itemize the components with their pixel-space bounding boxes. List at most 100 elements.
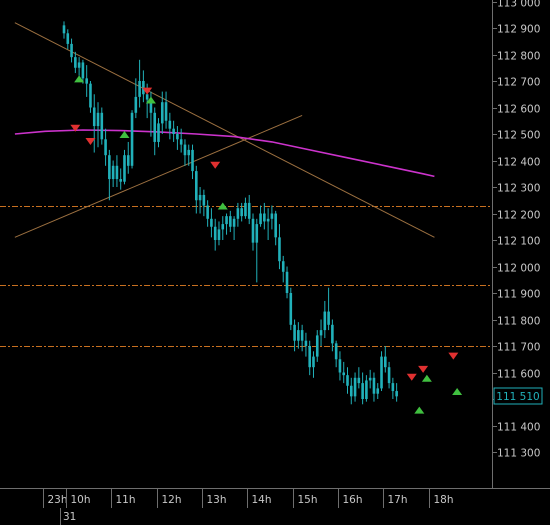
candle-body xyxy=(244,202,247,217)
candle-body xyxy=(176,134,179,140)
candle-body xyxy=(342,372,346,376)
candle-body xyxy=(157,123,160,142)
candle-body xyxy=(172,128,175,134)
date-label: 31 xyxy=(63,511,76,523)
time-tick-label: 18h xyxy=(434,494,454,506)
candle-body xyxy=(92,107,96,127)
candle-body xyxy=(81,62,85,79)
candle-body xyxy=(285,271,289,293)
candle-body xyxy=(115,165,119,180)
candle-body xyxy=(384,356,387,368)
candle-body xyxy=(160,102,164,124)
candle-body xyxy=(206,205,209,219)
price-tick-label: 113 000 xyxy=(497,0,540,10)
candle-body xyxy=(164,102,168,121)
candle-body xyxy=(191,149,194,172)
price-tick-label: 112 000 xyxy=(497,263,540,275)
time-tick-label: 12h xyxy=(162,494,182,506)
candle-body xyxy=(315,335,319,357)
candle xyxy=(100,107,104,145)
candle-body xyxy=(387,367,391,384)
candle-body xyxy=(255,224,259,243)
candle-body xyxy=(198,194,202,201)
candle-body xyxy=(217,229,221,240)
candle-body xyxy=(357,377,361,384)
candle-body xyxy=(77,62,81,68)
price-tick-label: 111 300 xyxy=(497,448,540,460)
price-tick-label: 112 200 xyxy=(497,210,540,222)
candle-body xyxy=(134,96,138,113)
candle-body xyxy=(251,218,255,243)
candle-body xyxy=(346,375,349,386)
candle-body xyxy=(74,57,77,68)
candle-body xyxy=(119,179,122,182)
candle-body xyxy=(308,346,311,368)
time-tick-label: 23h xyxy=(48,494,68,506)
price-tick-label: 112 100 xyxy=(497,236,540,248)
candle-body xyxy=(145,94,149,100)
candle-body xyxy=(297,330,300,341)
time-tick-label: 13h xyxy=(207,494,227,506)
time-tick-label: 16h xyxy=(343,494,363,506)
candle-body xyxy=(372,377,376,394)
candle-body xyxy=(130,112,134,166)
candle-body xyxy=(349,385,353,397)
price-tick-label: 112 300 xyxy=(497,183,540,195)
candle-body xyxy=(376,388,380,394)
candle-body xyxy=(281,261,285,272)
candle-body xyxy=(293,324,296,341)
candle-body xyxy=(240,208,243,217)
price-tick-label: 111 600 xyxy=(497,369,540,381)
candle-body xyxy=(62,25,66,34)
price-tick-label: 112 600 xyxy=(497,104,540,116)
candle-body xyxy=(229,216,232,227)
candle-body xyxy=(168,120,172,129)
price-tick-label: 112 500 xyxy=(497,130,540,142)
candle-body xyxy=(123,155,126,182)
time-tick-label: 17h xyxy=(388,494,408,506)
price-tick-label: 112 900 xyxy=(497,24,540,36)
candle xyxy=(130,110,134,169)
candle-body xyxy=(183,144,187,156)
candle-body xyxy=(380,356,383,389)
candle-body xyxy=(195,171,198,201)
time-tick-label: 10h xyxy=(71,494,91,506)
candle-body xyxy=(66,33,70,44)
price-tick-label: 111 800 xyxy=(497,316,540,328)
candle-body xyxy=(327,311,330,325)
candle-body xyxy=(274,213,277,238)
price-chart[interactable]: 113 000 112 900 112 800 112 700 112 600 112 5… xyxy=(0,0,550,525)
candle-body xyxy=(100,112,104,140)
candle-body xyxy=(365,380,368,399)
price-tick-label: 112 700 xyxy=(497,77,540,89)
candle-body xyxy=(104,139,107,156)
date-label-box: 31 xyxy=(60,508,76,525)
candle-body xyxy=(368,377,372,381)
candle-body xyxy=(319,330,323,336)
candle-body xyxy=(96,112,100,127)
candle-body xyxy=(312,356,315,368)
candle-body xyxy=(213,226,217,240)
candle-body xyxy=(85,78,88,84)
candle-body xyxy=(270,213,274,219)
candle-body xyxy=(353,377,357,397)
candle-body xyxy=(259,213,262,225)
candle-body xyxy=(108,155,111,180)
time-tick-label: 15h xyxy=(298,494,318,506)
candle-body xyxy=(70,43,73,58)
candle-body xyxy=(263,213,266,222)
price-tick-label: 112 800 xyxy=(497,51,540,63)
candle-body xyxy=(395,391,398,397)
candle xyxy=(289,287,293,331)
candle-body xyxy=(210,218,213,227)
candle-body xyxy=(221,224,225,230)
candle-body xyxy=(225,216,228,225)
candle-body xyxy=(304,340,308,346)
candle-body xyxy=(179,139,183,145)
candle-body xyxy=(323,311,327,331)
time-tick-label: 11h xyxy=(116,494,136,506)
candle-body xyxy=(331,324,334,344)
candle-body xyxy=(300,330,304,341)
candle-body xyxy=(126,155,130,166)
candle-body xyxy=(202,194,206,206)
